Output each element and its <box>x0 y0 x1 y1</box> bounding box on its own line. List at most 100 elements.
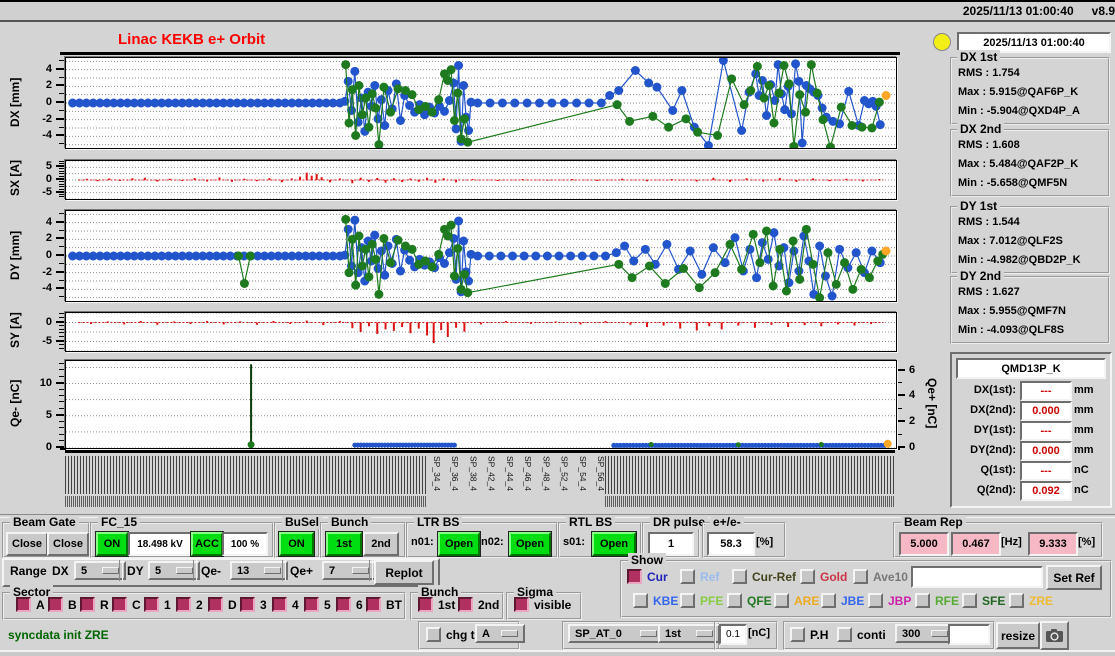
show-checkbox-gold[interactable]: Gold <box>800 569 847 584</box>
bunch-select-checkbox-1st[interactable]: 1st <box>418 597 455 612</box>
show-checkbox-jbe[interactable]: JBE <box>821 593 864 608</box>
beam-gate-close1-button[interactable]: Close <box>6 532 48 556</box>
ref-name-input[interactable] <box>911 566 1043 588</box>
separator <box>369 560 373 581</box>
range-qplus-dropdown[interactable]: 7 <box>322 561 376 580</box>
checkbox-box-icon <box>176 597 191 612</box>
y-tick-label: -4 <box>22 283 52 293</box>
set-ref-button[interactable]: Set Ref <box>1046 565 1102 590</box>
busel-on-button[interactable]: ON <box>279 532 314 556</box>
ph-checkbox[interactable]: P.H <box>790 627 828 642</box>
monitor-row-value: 0.000 <box>1020 401 1072 421</box>
conti-checkbox[interactable]: conti <box>837 627 886 642</box>
beam-rep-pct-label: [%] <box>1078 536 1095 548</box>
sector-checkbox-c[interactable]: C <box>112 597 141 612</box>
beam-rep-value2: 0.467 <box>951 532 1001 556</box>
checkbox-box-icon <box>680 569 695 584</box>
sector-checkbox-2[interactable]: 2 <box>176 597 203 612</box>
bunch-select-checkbox-2nd[interactable]: 2nd <box>458 597 499 612</box>
sector-checkbox-b[interactable]: B <box>48 597 77 612</box>
sector-checkbox-4[interactable]: 4 <box>272 597 299 612</box>
checkbox-box-icon <box>915 593 930 608</box>
bpm-label: SP_36_4 <box>450 456 460 491</box>
rtl-bs-title: RTL BS <box>566 515 615 529</box>
dropdown-bar-icon <box>640 630 657 637</box>
sector-checkbox-3[interactable]: 3 <box>240 597 267 612</box>
show-checkbox-ref[interactable]: Ref <box>680 569 719 584</box>
sector-checkbox-r[interactable]: R <box>80 597 109 612</box>
chg-th-checkbox[interactable]: chg th <box>426 627 482 642</box>
sector-checkbox-5[interactable]: 5 <box>304 597 331 612</box>
beam-gate-close2-button[interactable]: Close <box>47 532 89 556</box>
show-checkbox-jbp[interactable]: JBP <box>868 593 911 608</box>
stats-line: Max : 7.012@QLF2S <box>958 235 1063 247</box>
resize-button[interactable]: resize <box>996 622 1040 649</box>
range-qm-value: 13 <box>237 565 249 577</box>
extra-input[interactable] <box>948 624 990 645</box>
show-checkbox-pfe[interactable]: PFE <box>680 593 723 608</box>
monitor-row-value: --- <box>1020 461 1072 481</box>
y-minor-tick <box>59 440 64 441</box>
dx-plot-canvas <box>66 58 896 148</box>
ltr-n01-open-button[interactable]: Open <box>438 532 480 556</box>
fc15-acc-button[interactable]: ACC <box>191 532 223 556</box>
bunch-1st-button[interactable]: 1st <box>326 532 362 556</box>
dx-yaxis: 420-2-4 <box>20 57 64 147</box>
q-threshold-input[interactable]: 0.1 <box>719 624 747 645</box>
sector-checkbox-1[interactable]: 1 <box>144 597 171 612</box>
monitor-row-unit: mm <box>1074 444 1094 456</box>
ltr-n02-open-button[interactable]: Open <box>509 532 551 556</box>
stats-line-label: Max : <box>958 158 986 170</box>
replot-button[interactable]: Replot <box>374 560 434 585</box>
monitor-row-unit: mm <box>1074 384 1094 396</box>
show-checkbox-ave10[interactable]: Ave10 <box>853 569 908 584</box>
show-checkbox-qfe[interactable]: QFE <box>727 593 772 608</box>
fc15-on-button[interactable]: ON <box>96 532 128 556</box>
show-checkbox-sfe[interactable]: SFE <box>962 593 1005 608</box>
range-qp-label: Qe+ <box>290 564 313 578</box>
checkbox-box-icon <box>418 597 433 612</box>
y-minor-tick <box>59 317 64 318</box>
y-major-tick <box>56 321 64 323</box>
bunch-select-label: 2nd <box>478 598 499 612</box>
sector-checkbox-a[interactable]: A <box>16 597 45 612</box>
show-checkbox-kbe[interactable]: KBE <box>633 593 678 608</box>
y-minor-tick <box>59 189 64 190</box>
y-tick-label: 4 <box>22 64 52 74</box>
show-checkbox-are[interactable]: ARE <box>774 593 819 608</box>
y-minor-tick <box>59 143 64 144</box>
dropdown-bar-icon <box>696 630 713 637</box>
sp-at-dropdown[interactable]: SP_AT_0 <box>568 624 664 643</box>
stats-box-title: DX 1st <box>957 50 1000 64</box>
camera-button[interactable] <box>1040 621 1069 650</box>
y-minor-tick <box>897 434 902 435</box>
dr-pulse-title: DR pulse <box>650 515 708 529</box>
checkbox-box-icon <box>774 593 789 608</box>
sigma-checkbox-visible[interactable]: visible <box>514 597 571 612</box>
dy-plot-canvas <box>66 211 896 301</box>
bunch-1st-dropdown[interactable]: 1st <box>658 624 720 643</box>
sector-checkbox-6[interactable]: 6 <box>336 597 363 612</box>
n300-dropdown[interactable]: 300 <box>895 624 955 643</box>
checkbox-box-icon <box>837 627 852 642</box>
sector-checkbox-bt[interactable]: BT <box>366 597 402 612</box>
range-qminus-dropdown[interactable]: 13 <box>230 561 288 580</box>
beam-rep-hz-label: [Hz] <box>1001 536 1022 548</box>
y-tick-label: 0 <box>22 442 52 452</box>
bpm-label: SP_44_4 <box>505 456 515 491</box>
checkbox-box-icon <box>790 627 805 642</box>
sector-checkbox-d[interactable]: D <box>208 597 237 612</box>
show-checkbox-zre[interactable]: ZRE <box>1009 593 1053 608</box>
y-minor-tick <box>59 171 64 172</box>
show-label: JBP <box>888 594 911 608</box>
y-tick-label: -5 <box>22 336 52 346</box>
th-a-dropdown[interactable]: A <box>475 624 525 643</box>
show-label: Ave10 <box>873 570 908 584</box>
stats-line-value: 1.754 <box>992 67 1020 79</box>
bunch-2nd-button[interactable]: 2nd <box>363 532 399 556</box>
show-checkbox-cur-ref[interactable]: Cur-Ref <box>732 569 796 584</box>
show-checkbox-cur[interactable]: Cur <box>627 569 668 584</box>
show-checkbox-rfe[interactable]: RFE <box>915 593 959 608</box>
sector-label: BT <box>386 598 402 612</box>
y-major-tick <box>897 420 905 422</box>
